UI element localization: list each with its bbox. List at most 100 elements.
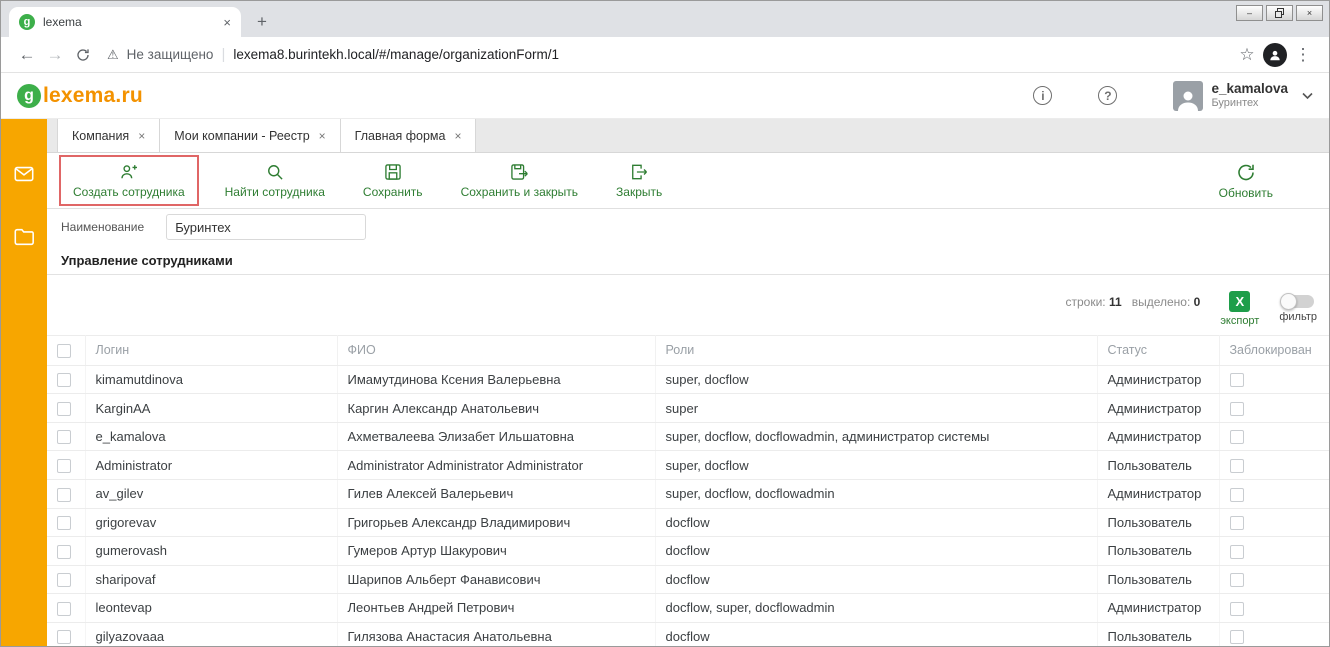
table-row[interactable]: grigorevav Григорьев Александр Владимиро… [47, 508, 1329, 537]
lexema-logo-icon: g [17, 84, 41, 108]
row-checkbox[interactable] [57, 488, 71, 502]
reload-icon[interactable] [69, 41, 97, 69]
table-row[interactable]: gumerovash Гумеров Артур Шакурович docfl… [47, 537, 1329, 566]
close-window-button[interactable]: × [1296, 5, 1323, 21]
cell-roles: docflow [655, 565, 1097, 594]
forward-icon[interactable]: → [41, 41, 69, 69]
help-icon[interactable]: ? [1098, 86, 1117, 105]
button-label: Сохранить и закрыть [461, 185, 578, 199]
cell-login: grigorevav [85, 508, 337, 537]
blocked-checkbox[interactable] [1230, 630, 1244, 644]
lexema-logo[interactable]: g lexema.ru [17, 84, 143, 108]
find-employee-button[interactable]: Найти сотрудника [217, 158, 333, 203]
employee-table: Логин ФИО Роли Статус Заблокирован kimam… [47, 335, 1329, 646]
cell-blocked [1219, 365, 1329, 394]
save-and-close-button[interactable]: Сохранить и закрыть [453, 158, 586, 203]
tab-my-companies-registry[interactable]: Мои компании - Реестр × [159, 119, 340, 152]
tab-close-icon[interactable]: × [138, 129, 145, 143]
lexema-logo-text: lexema.ru [43, 84, 143, 108]
chevron-down-icon [1302, 87, 1313, 105]
blocked-checkbox[interactable] [1230, 373, 1244, 387]
blocked-checkbox[interactable] [1230, 430, 1244, 444]
export-button[interactable]: X экспорт [1220, 291, 1259, 327]
table-row[interactable]: e_kamalova Ахметвалеева Элизабет Ильшато… [47, 422, 1329, 451]
column-header-roles[interactable]: Роли [655, 336, 1097, 366]
column-header-fio[interactable]: ФИО [337, 336, 655, 366]
blocked-checkbox[interactable] [1230, 573, 1244, 587]
select-all-checkbox[interactable] [57, 344, 71, 358]
row-checkbox[interactable] [57, 573, 71, 587]
table-row[interactable]: leontevap Леонтьев Андрей Петрович docfl… [47, 594, 1329, 623]
mail-icon[interactable] [12, 163, 36, 190]
form-toolbar: Создать сотрудника Найти сотрудника Сохр… [47, 153, 1329, 209]
row-checkbox[interactable] [57, 602, 71, 616]
blocked-checkbox[interactable] [1230, 459, 1244, 473]
address-bar[interactable]: ⚠ Не защищено | lexema8.burintekh.local/… [107, 46, 1223, 63]
column-header-login[interactable]: Логин [85, 336, 337, 366]
row-checkbox[interactable] [57, 373, 71, 387]
blocked-checkbox[interactable] [1230, 516, 1244, 530]
filter-toggle[interactable]: фильтр [1279, 291, 1317, 323]
table-row[interactable]: kimamutdinova Имамутдинова Ксения Валерь… [47, 365, 1329, 394]
tab-label: Главная форма [355, 129, 446, 143]
table-row[interactable]: KarginAA Каргин Александр Анатольевич su… [47, 394, 1329, 423]
organization-name-input[interactable] [166, 214, 366, 240]
cell-blocked [1219, 451, 1329, 480]
info-icon[interactable]: i [1033, 86, 1052, 105]
url-text[interactable]: lexema8.burintekh.local/#/manage/organiz… [233, 47, 559, 62]
name-label: Наименование [61, 220, 144, 234]
table-row[interactable]: av_gilev Гилев Алексей Валерьевич super,… [47, 479, 1329, 508]
cell-roles: docflow [655, 537, 1097, 566]
tab-company[interactable]: Компания × [57, 119, 160, 152]
grid-counts: строки: 11 выделено: 0 [1066, 291, 1201, 309]
tab-close-icon[interactable]: × [454, 129, 461, 143]
browser-profile-avatar[interactable] [1261, 41, 1289, 69]
button-label: Закрыть [616, 185, 662, 199]
save-close-icon [509, 162, 529, 182]
table-row[interactable]: sharipovaf Шарипов Альберт Фанависович d… [47, 565, 1329, 594]
user-name: e_kamalova [1211, 81, 1288, 97]
row-checkbox[interactable] [57, 402, 71, 416]
row-checkbox[interactable] [57, 430, 71, 444]
security-label[interactable]: Не защищено [127, 47, 214, 62]
user-menu[interactable]: e_kamalova Буринтех [1173, 81, 1313, 111]
row-checkbox[interactable] [57, 630, 71, 644]
blocked-checkbox[interactable] [1230, 602, 1244, 616]
column-header-status[interactable]: Статус [1097, 336, 1219, 366]
back-icon[interactable]: ← [13, 41, 41, 69]
cell-fio: Каргин Александр Анатольевич [337, 394, 655, 423]
highlight-annotation: Создать сотрудника [59, 155, 199, 206]
cell-status: Пользователь [1097, 622, 1219, 646]
save-button[interactable]: Сохранить [355, 158, 431, 203]
blocked-checkbox[interactable] [1230, 545, 1244, 559]
user-org: Буринтех [1211, 97, 1288, 110]
row-checkbox[interactable] [57, 516, 71, 530]
cell-roles: docflow, super, docflowadmin [655, 594, 1097, 623]
tab-close-icon[interactable]: × [319, 129, 326, 143]
create-employee-button[interactable]: Создать сотрудника [65, 158, 193, 203]
tab-main-form[interactable]: Главная форма × [340, 119, 477, 152]
blocked-checkbox[interactable] [1230, 402, 1244, 416]
tab-close-icon[interactable]: × [223, 15, 231, 30]
browser-tab[interactable]: g lexema × [9, 7, 241, 37]
row-checkbox[interactable] [57, 459, 71, 473]
close-form-button[interactable]: Закрыть [608, 158, 670, 203]
bookmark-star-icon[interactable]: ☆ [1233, 41, 1261, 69]
folder-icon[interactable] [12, 226, 36, 253]
cell-roles: super, docflow, docflowadmin [655, 479, 1097, 508]
table-row[interactable]: Administrator Administrator Administrato… [47, 451, 1329, 480]
browser-menu-icon[interactable]: ⋮ [1289, 41, 1317, 69]
browser-tab-title: lexema [43, 15, 215, 29]
toggle-switch[interactable] [1282, 295, 1314, 308]
blocked-checkbox[interactable] [1230, 488, 1244, 502]
cell-fio: Administrator Administrator Administrato… [337, 451, 655, 480]
minimize-button[interactable]: – [1236, 5, 1263, 21]
refresh-button[interactable]: Обновить [1211, 158, 1281, 204]
table-row[interactable]: gilyazovaaa Гилязова Анастасия Анатольев… [47, 622, 1329, 646]
row-checkbox[interactable] [57, 545, 71, 559]
tab-label: Компания [72, 129, 129, 143]
restore-button[interactable] [1266, 5, 1293, 21]
new-tab-button[interactable]: + [249, 9, 275, 35]
column-header-blocked[interactable]: Заблокирован [1219, 336, 1329, 366]
cell-status: Администратор [1097, 365, 1219, 394]
